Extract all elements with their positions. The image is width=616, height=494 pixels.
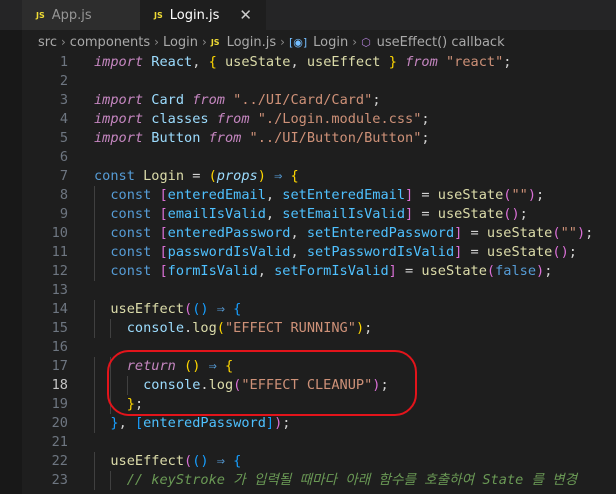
code-text: console.log("EFFECT RUNNING"); [126,320,373,336]
symbol-variable-icon: [◉] [288,35,308,49]
js-file-icon: JS [210,37,220,47]
line-number: 9 [59,206,68,222]
code-line[interactable]: 14 useEffect(() ⇒ { [0,300,616,319]
code-text: // keyStroke 가 입력될 때마다 아래 함수를 호출하여 State… [126,472,578,488]
tab-label: App.js [51,7,92,23]
code-line[interactable]: 21 [0,433,616,452]
code-line[interactable]: 5 import Button from "../UI/Button/Button… [0,129,616,148]
indent-guide [94,224,95,243]
line-number: 1 [59,54,68,70]
line-number: 20 [51,415,68,431]
line-number: 4 [59,111,68,127]
chevron-right-icon: › [202,35,207,49]
code-text: const [enteredEmail, setEnteredEmail] = … [110,187,545,203]
code-text: const [enteredPassword, setEnteredPasswo… [110,225,594,241]
line-number: 5 [59,130,68,146]
code-line[interactable]: 11 const [passwordIsValid, setPasswordIs… [0,243,616,262]
symbol-function-icon: ⬡ [361,35,371,49]
line-number: 12 [51,263,68,279]
js-file-icon: JS [36,10,45,20]
line-number: 13 [51,282,68,298]
chevron-right-icon: › [352,35,358,49]
breadcrumb-item-login-file[interactable]: Login.js [227,35,277,50]
code-editor[interactable]: 1 import React, { useState, useEffect } f… [0,53,616,494]
code-line[interactable]: 6 [0,148,616,167]
breadcrumb: src › components › Login › JS Login.js ›… [38,31,505,53]
line-number: 19 [51,396,68,412]
indent-guide [94,357,95,376]
line-number: 10 [51,225,68,241]
indent-guide [94,205,95,224]
line-number: 8 [59,187,68,203]
code-line[interactable]: 4 import classes from "./Login.module.css… [0,110,616,129]
indent-guide [110,471,112,490]
tab-login-js[interactable]: JS Login.js ✕ [140,0,266,30]
indent-guide [110,319,112,338]
indent-guide [94,243,95,262]
indent-guide [94,414,95,433]
breadcrumb-item-components[interactable]: components [70,35,150,50]
code-text: const [emailIsValid, setEmailIsValid] = … [110,206,528,222]
code-text: import Card from "../UI/Card/Card"; [94,92,381,108]
line-number: 17 [51,358,68,374]
indent-guide [94,186,95,205]
indent-guide [94,376,95,395]
code-line[interactable]: 1 import React, { useState, useEffect } f… [0,53,616,72]
breadcrumb-item-login-symbol[interactable]: Login [313,35,348,50]
red-highlight-circle [107,350,417,416]
line-number: 2 [59,73,68,89]
tab-label: Login.js [169,7,220,23]
line-number: 18 [51,377,68,393]
line-number: 23 [51,472,68,488]
code-text: const Login = (props) ⇒ { [94,168,299,184]
code-line[interactable]: 3 import Card from "../UI/Card/Card"; [0,91,616,110]
chevron-right-icon: › [154,35,159,49]
line-number: 21 [51,434,68,450]
tab-app-js[interactable]: JS App.js [22,0,140,30]
code-text: import classes from "./Login.module.css"… [94,111,430,127]
chevron-right-icon: › [280,35,285,49]
line-number: 16 [51,339,68,355]
code-text: const [formIsValid, setFormIsValid] = us… [110,263,553,279]
code-line[interactable]: 12 const [formIsValid, setFormIsValid] =… [0,262,616,281]
indent-guide [94,452,95,471]
line-number: 7 [59,168,68,184]
code-text: import Button from "../UI/Button/Button"… [94,130,430,146]
code-text: }, [enteredPassword]); [110,415,291,431]
code-line[interactable]: 23 // keyStroke 가 입력될 때마다 아래 함수를 호출하여 St… [0,471,616,490]
indent-guide [94,300,95,319]
code-line[interactable]: 9 const [emailIsValid, setEmailIsValid] … [0,205,616,224]
indent-guide [94,395,95,414]
code-line[interactable]: 8 const [enteredEmail, setEnteredEmail] … [0,186,616,205]
indent-guide [94,262,95,281]
breadcrumb-item-login-folder[interactable]: Login [163,35,198,50]
code-line[interactable]: 2 [0,72,616,91]
line-number: 14 [51,301,68,317]
js-file-icon: JS [154,10,163,20]
line-number: 15 [51,320,68,336]
line-number: 3 [59,92,68,108]
chevron-right-icon: › [60,35,66,49]
close-icon[interactable]: ✕ [239,6,252,24]
code-text: const [passwordIsValid, setPasswordIsVal… [110,244,577,260]
code-text: import React, { useState, useEffect } fr… [94,54,512,70]
code-line[interactable]: 15 console.log("EFFECT RUNNING"); [0,319,616,338]
code-text: useEffect(() ⇒ { [110,301,242,317]
indent-guide [94,471,95,490]
line-number: 11 [51,244,68,260]
code-line[interactable]: 13 [0,281,616,300]
editor-tab-bar: JS App.js JS Login.js ✕ [0,0,616,30]
code-line[interactable]: 7 const Login = (props) ⇒ { [0,167,616,186]
breadcrumb-item-src[interactable]: src [38,35,57,50]
code-line[interactable]: 20 }, [enteredPassword]); [0,414,616,433]
code-line[interactable]: 10 const [enteredPassword, setEnteredPas… [0,224,616,243]
indent-guide [94,319,95,338]
line-number: 22 [51,453,68,469]
code-line[interactable]: 22 useEffect(() ⇒ { [0,452,616,471]
line-number: 6 [59,149,68,165]
code-text: useEffect(() ⇒ { [110,453,242,469]
breadcrumb-item-callback[interactable]: useEffect() callback [377,35,505,50]
